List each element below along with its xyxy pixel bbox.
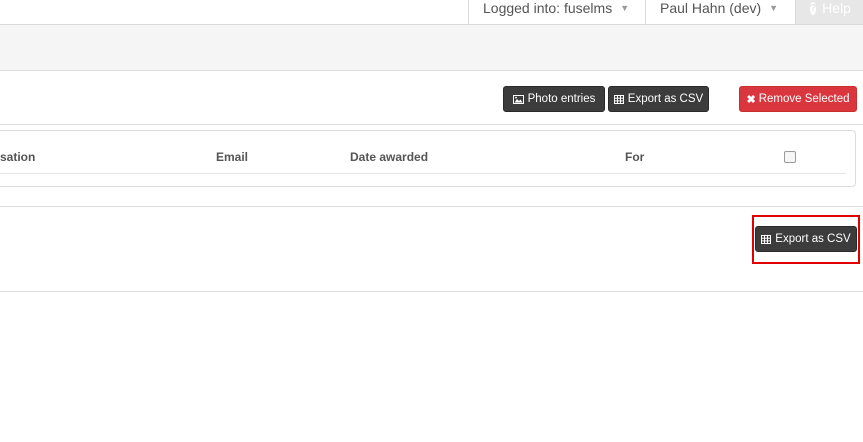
chevron-down-icon: ▼ xyxy=(620,3,630,13)
table-header-divider xyxy=(0,173,846,174)
remove-selected-button[interactable]: ✖ Remove Selected xyxy=(739,86,857,112)
column-header-email[interactable]: Email xyxy=(216,150,248,164)
user-dropdown[interactable]: Paul Hahn (dev) ▼ xyxy=(645,0,795,24)
divider xyxy=(0,124,863,125)
select-all-checkbox[interactable] xyxy=(784,151,796,163)
photo-entries-button[interactable]: Photo entries xyxy=(503,86,605,112)
chevron-down-icon: ▼ xyxy=(769,3,779,13)
divider xyxy=(0,291,863,292)
image-icon xyxy=(512,94,524,104)
table-icon xyxy=(613,94,624,104)
help-button[interactable]: ? Help xyxy=(795,0,863,24)
remove-selected-label: Remove Selected xyxy=(758,93,850,105)
photo-entries-label: Photo entries xyxy=(527,93,596,105)
column-header-organisation[interactable]: sation xyxy=(0,150,35,164)
close-icon: ✖ xyxy=(746,93,756,106)
help-label: Help xyxy=(822,0,851,16)
divider xyxy=(0,206,863,207)
logged-in-label: Logged into: fuselms xyxy=(483,0,613,16)
export-csv-button[interactable]: Export as CSV xyxy=(608,86,709,112)
logged-in-dropdown[interactable]: Logged into: fuselms ▼ xyxy=(468,0,645,24)
help-icon: ? xyxy=(810,1,817,15)
export-csv-label: Export as CSV xyxy=(627,93,704,105)
sub-header-bar xyxy=(0,25,863,71)
column-header-date-awarded[interactable]: Date awarded xyxy=(350,150,428,164)
user-label: Paul Hahn (dev) xyxy=(660,0,762,16)
highlight-box xyxy=(752,215,860,264)
column-header-for[interactable]: For xyxy=(625,150,644,164)
top-navbar: Logged into: fuselms ▼ Paul Hahn (dev) ▼… xyxy=(0,0,863,25)
